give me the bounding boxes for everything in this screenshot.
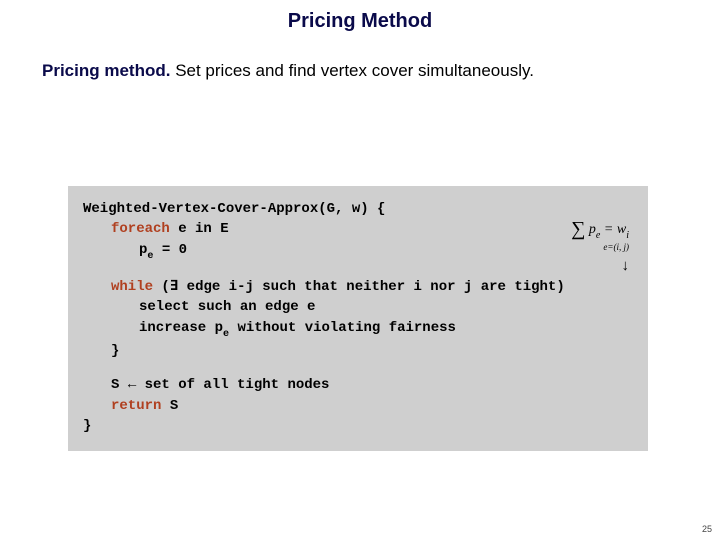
intro-line: Pricing method. Set prices and find vert… [0, 33, 720, 81]
pe-sub: e [147, 251, 153, 262]
code-init-pe: pe = 0 [83, 240, 633, 263]
left-arrow-icon: ← [128, 377, 136, 393]
code-fn-decl: Weighted-Vertex-Cover-Approx(G, w) { [83, 201, 385, 217]
sigma-symbol: ∑ [571, 215, 585, 244]
while-cond: edge i-j such that neither i nor j are t… [178, 279, 564, 295]
s-post: set of all tight nodes [136, 377, 329, 393]
formula-i-sub: i [626, 230, 629, 241]
exists-symbol: ∃ [170, 279, 178, 295]
pseudocode-box: ∑ pe = wi e=(i, j) ↓ Weighted-Vertex-Cov… [68, 186, 648, 451]
down-arrow-icon: ↓ [571, 256, 629, 278]
s-pre: S [111, 377, 128, 393]
pe-eq: = 0 [153, 242, 187, 258]
increase-pre: increase p [139, 320, 223, 336]
increase-post: without violating fairness [229, 320, 456, 336]
code-return: return S [83, 396, 633, 416]
while-keyword: while [111, 279, 153, 295]
formula-eq: = w [600, 222, 626, 237]
tight-formula: ∑ pe = wi e=(i, j) ↓ [571, 215, 629, 278]
code-while: while (∃ edge i-j such that neither i no… [83, 277, 633, 297]
slide-title: Pricing Method [0, 0, 720, 33]
slide: Pricing Method Pricing method. Set price… [0, 0, 720, 540]
code-increase: increase pe without violating fairness [83, 318, 633, 341]
intro-rest: Set prices and find vertex cover simulta… [170, 61, 533, 80]
code-s-assign: S ← set of all tight nodes [83, 375, 633, 395]
return-keyword: return [111, 398, 161, 414]
code-select: select such an edge e [83, 297, 633, 317]
intro-lead: Pricing method. [42, 61, 170, 80]
formula-e-sub: e [596, 230, 600, 241]
formula-p: p [589, 222, 596, 237]
increase-sub: e [223, 329, 229, 340]
while-open: ( [153, 279, 170, 295]
foreach-keyword: foreach [111, 221, 170, 237]
code-brace-inner: } [83, 341, 633, 361]
page-number: 25 [702, 524, 712, 534]
return-rest: S [161, 398, 178, 414]
code-foreach: foreach e in E [83, 219, 633, 239]
formula-body: pe = wi [589, 222, 629, 237]
foreach-rest: e in E [170, 221, 229, 237]
code-brace-outer: } [83, 418, 91, 434]
